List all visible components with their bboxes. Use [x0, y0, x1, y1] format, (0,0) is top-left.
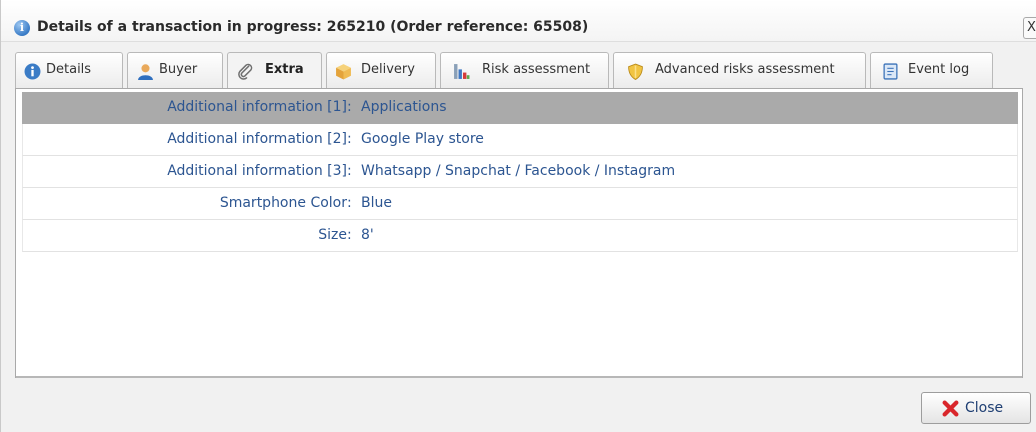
extra-row-additional-info-1[interactable]: Additional information [1] : Application…: [22, 92, 1018, 124]
close-button-label: Close: [965, 400, 1004, 416]
chart-icon: [454, 64, 470, 79]
extra-row-size[interactable]: Size : 8': [22, 220, 1018, 252]
close-icon[interactable]: X: [1023, 17, 1036, 39]
field-separator: :: [347, 99, 352, 115]
tab-label: Advanced risks assessment: [655, 62, 835, 77]
transaction-details-dialog: i Details of a transaction in progress: …: [0, 0, 1036, 432]
tab-risk-assessment[interactable]: Risk assessment: [440, 52, 609, 88]
extra-row-smartphone-color[interactable]: Smartphone Color : Blue: [22, 188, 1018, 220]
tab-label: Extra: [265, 62, 304, 77]
tab-label: Details: [46, 62, 92, 77]
close-button[interactable]: Close: [921, 392, 1031, 424]
tab-label: Event log: [908, 62, 970, 77]
dialog-titlebar: i Details of a transaction in progress: …: [1, 0, 1036, 42]
field-label: Additional information [1]: [167, 99, 347, 115]
tab-extra[interactable]: Extra: [227, 52, 322, 89]
info-icon: [24, 63, 41, 80]
field-value: Applications: [361, 99, 447, 115]
shield-icon: [628, 63, 643, 80]
extra-row-additional-info-2[interactable]: Additional information [2] : Google Play…: [22, 124, 1018, 156]
tab-label: Delivery: [361, 62, 415, 77]
tab-advanced-risks-assessment[interactable]: Advanced risks assessment: [613, 52, 866, 88]
field-label: Additional information [2]: [167, 131, 347, 147]
field-value: Whatsapp / Snapchat / Facebook / Instagr…: [361, 163, 676, 179]
field-separator: :: [347, 163, 352, 179]
info-icon: i: [14, 20, 30, 36]
field-label: Smartphone Color: [219, 195, 347, 211]
red-x-icon: [942, 400, 959, 417]
tab-details[interactable]: Details: [15, 52, 123, 88]
field-value: Google Play store: [361, 131, 484, 147]
field-label: Size: [318, 227, 347, 243]
tab-delivery[interactable]: Delivery: [326, 52, 436, 88]
paperclip-icon: [238, 63, 253, 80]
extra-row-additional-info-3[interactable]: Additional information [3] : Whatsapp / …: [22, 156, 1018, 188]
tab-label: Buyer: [159, 62, 198, 77]
box-icon: [336, 64, 351, 80]
field-label: Additional information [3]: [167, 163, 347, 179]
user-icon: [138, 64, 153, 80]
field-separator: :: [347, 227, 352, 243]
tab-buyer[interactable]: Buyer: [127, 52, 223, 88]
log-icon: [883, 63, 898, 80]
tab-event-log[interactable]: Event log: [870, 52, 993, 88]
extra-info-panel: Additional information [1] : Application…: [15, 88, 1023, 378]
field-value: Blue: [361, 195, 392, 211]
tab-bar: Details Buyer Extra Delivery Risk assess…: [15, 52, 1023, 89]
field-value: 8': [361, 227, 374, 243]
field-separator: :: [347, 195, 352, 211]
field-separator: :: [347, 131, 352, 147]
tab-label: Risk assessment: [482, 62, 591, 77]
dialog-title: Details of a transaction in progress: 26…: [37, 19, 589, 35]
panel-divider: [16, 376, 1022, 378]
